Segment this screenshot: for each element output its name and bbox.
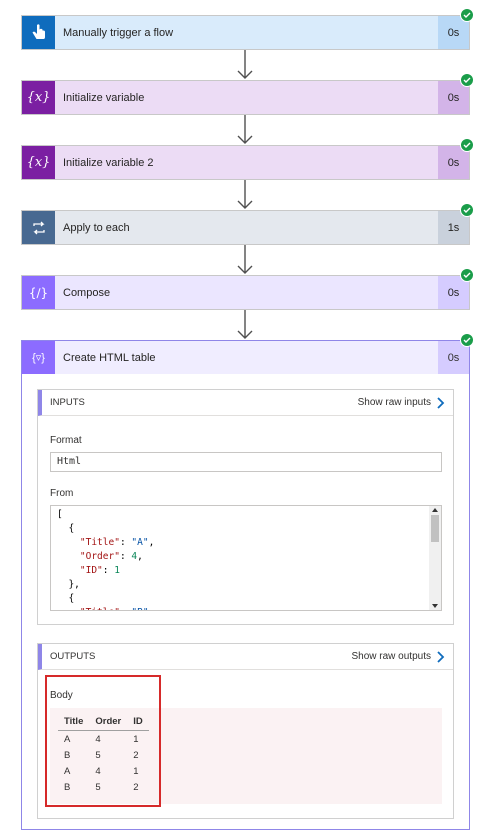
touch-icon (22, 16, 55, 49)
variable-icon: {x} (22, 81, 55, 114)
inputs-title: INPUTS (50, 397, 85, 408)
step-initialize-variable-2[interactable]: {x} Initialize variable 2 0s (21, 138, 474, 180)
connector-arrow-icon (237, 180, 253, 209)
step-title: Initialize variable 2 (63, 156, 154, 169)
show-raw-outputs-link[interactable]: Show raw outputs (351, 650, 446, 663)
success-check-icon (460, 268, 474, 282)
loop-icon (22, 211, 55, 244)
from-label: From (50, 488, 74, 499)
from-field[interactable]: [ { "Title": "A", "Order": 4, "ID": 1 },… (50, 505, 442, 611)
scrollbar[interactable] (429, 506, 441, 610)
show-raw-outputs-label: Show raw outputs (351, 651, 432, 662)
format-value: Html (57, 456, 82, 467)
show-raw-inputs-label: Show raw inputs (357, 397, 431, 408)
outputs-header: OUTPUTS Show raw outputs (38, 644, 453, 670)
format-label: Format (50, 435, 82, 446)
code-line: [ (57, 509, 63, 520)
success-check-icon (460, 203, 474, 217)
highlight-box (45, 675, 161, 807)
code-line: "Order": 4, (79, 551, 143, 562)
chevron-right-icon (437, 396, 445, 409)
connector-arrow-icon (237, 310, 253, 339)
step-title: Manually trigger a flow (63, 26, 174, 39)
connector-arrow-icon (237, 50, 253, 79)
step-title: Apply to each (63, 221, 130, 234)
step-header[interactable]: {▿} Create HTML table 0s (22, 341, 469, 374)
step-manually-trigger[interactable]: Manually trigger a flow 0s (21, 8, 474, 50)
success-check-icon (460, 8, 474, 22)
inputs-panel: INPUTS Show raw inputs Format Html From … (37, 389, 454, 625)
outputs-title: OUTPUTS (50, 651, 96, 662)
code-line: { (57, 523, 75, 534)
scrollbar-thumb[interactable] (431, 515, 439, 542)
outputs-panel: OUTPUTS Show raw outputs Body Title Orde… (37, 643, 454, 819)
code-line: "ID": 1 (79, 565, 120, 576)
step-initialize-variable[interactable]: {x} Initialize variable 0s (21, 73, 474, 115)
variable-icon: {x} (22, 146, 55, 179)
scrollbar-down-arrow[interactable] (432, 604, 438, 608)
step-apply-to-each[interactable]: Apply to each 1s (21, 203, 474, 245)
step-title: Create HTML table (63, 351, 156, 364)
code-line: "Title": "B", (57, 606, 435, 610)
connector-arrow-icon (237, 245, 253, 274)
step-title: Initialize variable (63, 91, 145, 104)
html-table-icon: {▿} (22, 341, 55, 374)
scrollbar-up-arrow[interactable] (432, 508, 438, 512)
success-check-icon (460, 138, 474, 152)
step-compose[interactable]: {∕} Compose 0s (21, 268, 474, 310)
code-line: }, (57, 579, 80, 590)
inputs-header: INPUTS Show raw inputs (38, 390, 453, 416)
success-check-icon (460, 73, 474, 87)
chevron-right-icon (437, 650, 445, 663)
step-create-html-table: {▿} Create HTML table 0s INPUTS Show raw… (21, 333, 474, 830)
code-line: "Title": "A", (79, 537, 155, 548)
step-title: Compose (63, 286, 111, 299)
connector-arrow-icon (237, 115, 253, 144)
compose-icon: {∕} (22, 276, 55, 309)
show-raw-inputs-link[interactable]: Show raw inputs (357, 396, 445, 409)
code-line: { (57, 593, 75, 604)
success-check-icon (460, 333, 474, 347)
format-field[interactable]: Html (50, 452, 442, 472)
